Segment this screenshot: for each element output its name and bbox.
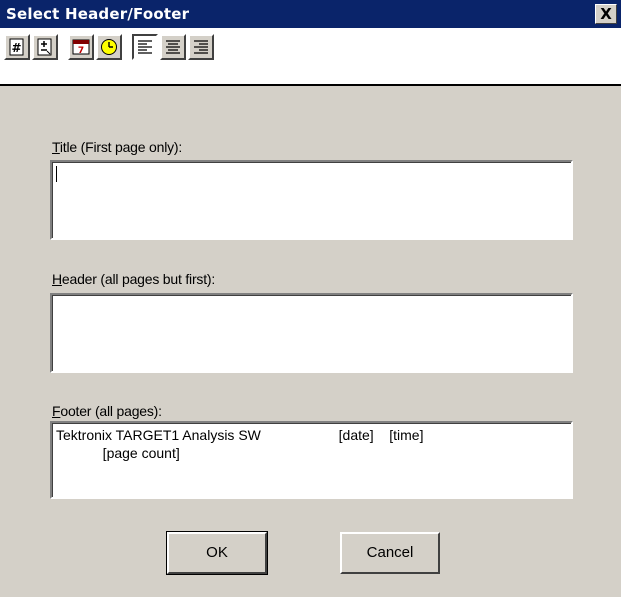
text-caret — [56, 166, 57, 182]
title-label-text: itle (First page only): — [59, 139, 183, 155]
align-right-button[interactable] — [188, 34, 214, 60]
header-label-text: eader (all pages but first): — [61, 271, 216, 287]
title-mnemonic: T — [52, 139, 60, 155]
svg-text:#: # — [11, 41, 21, 55]
header-input[interactable] — [50, 293, 573, 373]
align-left-icon — [138, 40, 152, 54]
title-bar[interactable]: Select Header/Footer X — [0, 0, 621, 28]
footer-label-text: ooter (all pages): — [60, 403, 162, 419]
page-number-icon: # — [9, 38, 24, 56]
ok-button[interactable]: OK — [166, 531, 268, 575]
align-center-icon — [166, 40, 180, 54]
page-count-icon — [37, 38, 52, 56]
footer-field-label: Footer (all pages): — [52, 403, 162, 419]
cancel-button[interactable]: Cancel — [340, 532, 440, 574]
title-field-label: Title (First page only): — [52, 139, 182, 155]
insert-page-count-button[interactable] — [32, 34, 58, 60]
close-icon: X — [600, 5, 612, 23]
align-left-button[interactable] — [132, 34, 158, 60]
insert-date-button[interactable]: 7 — [68, 34, 94, 60]
footer-input[interactable]: Tektronix TARGET1 Analysis SW [date] [ti… — [50, 421, 573, 499]
select-header-footer-dialog: Select Header/Footer X # 7 Title (First … — [0, 0, 621, 597]
align-center-button[interactable] — [160, 34, 186, 60]
header-mnemonic: H — [52, 271, 62, 287]
align-right-icon — [194, 40, 208, 54]
calendar-date-icon: 7 — [72, 39, 90, 56]
toolbar: # 7 — [0, 28, 621, 86]
header-field-label: Header (all pages but first): — [52, 271, 215, 287]
insert-time-button[interactable] — [96, 34, 122, 60]
title-input[interactable] — [50, 160, 573, 240]
clock-time-icon — [101, 39, 117, 55]
insert-page-number-button[interactable]: # — [4, 34, 30, 60]
footer-value: Tektronix TARGET1 Analysis SW [date] [ti… — [56, 427, 424, 461]
dialog-title: Select Header/Footer — [6, 5, 190, 23]
svg-text:7: 7 — [78, 46, 84, 56]
close-button[interactable]: X — [595, 4, 617, 24]
